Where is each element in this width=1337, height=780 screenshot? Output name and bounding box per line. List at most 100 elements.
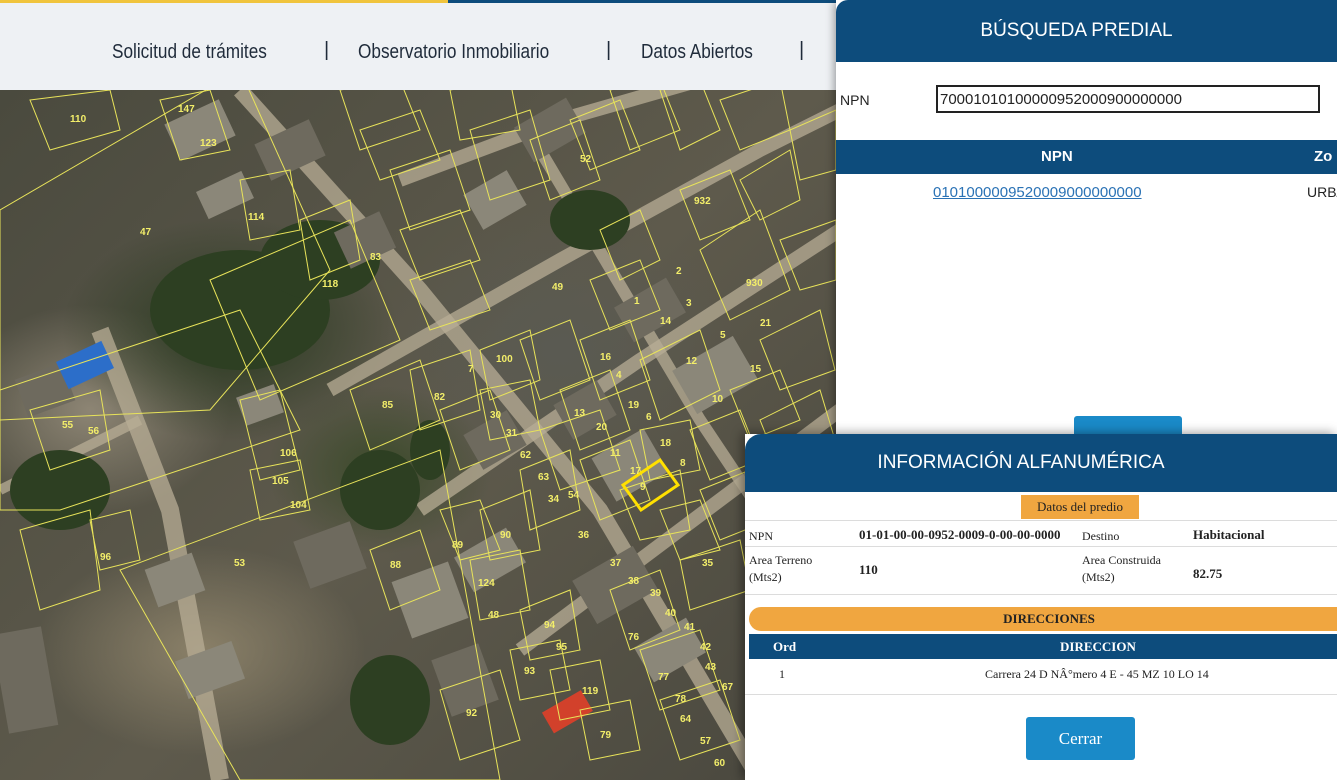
parcel-label: 43 — [705, 662, 717, 673]
parcel-label: 89 — [452, 540, 464, 551]
parcel-label: 82 — [434, 392, 446, 403]
col-direccion: DIRECCION — [1060, 639, 1136, 654]
direcciones-columns: Ord DIRECCION — [749, 634, 1337, 659]
parcel-label: 19 — [628, 400, 640, 411]
nav-datos-abiertos[interactable]: Datos Abiertos — [641, 41, 753, 64]
parcel-label: 34 — [548, 494, 560, 505]
parcel-label: 932 — [694, 196, 711, 207]
parcel-label: 64 — [680, 714, 692, 725]
area-terreno-value: 110 — [859, 562, 878, 577]
parcel-label: 9 — [640, 482, 646, 493]
parcel-label: 67 — [722, 682, 734, 693]
parcel-label: 93 — [524, 666, 536, 677]
parcel-label: 4 — [616, 370, 622, 381]
parcel-label: 30 — [490, 410, 502, 421]
parcel-label: 63 — [538, 472, 550, 483]
nav-separator: | — [799, 39, 805, 61]
parcel-label: 106 — [280, 448, 297, 459]
parcel-label: 38 — [628, 576, 640, 587]
parcel-label: 62 — [520, 450, 532, 461]
parcel-label: 96 — [100, 552, 112, 563]
parcel-label: 930 — [746, 278, 763, 289]
parcel-label: 8 — [680, 458, 686, 469]
parcel-label: 95 — [556, 642, 568, 653]
result-npn-link[interactable]: 0101000009520009000000000 — [933, 184, 1142, 201]
npn-label: NPN — [840, 92, 870, 108]
rooftops — [0, 97, 758, 734]
parcel-label: 48 — [488, 610, 500, 621]
npn-label: NPN — [749, 529, 774, 543]
parcel-label: 5 — [720, 330, 726, 341]
parcel-label: 110 — [70, 114, 87, 125]
area-construida-label: Area Construida (Mts2) — [1082, 553, 1161, 585]
parcel-label: 55 — [62, 420, 74, 431]
parcel-label: 88 — [390, 560, 402, 571]
parcel-label: 54 — [568, 490, 580, 501]
parcel-label: 6 — [646, 412, 652, 423]
parcel-label: 76 — [628, 632, 640, 643]
parcel-label: 36 — [578, 530, 590, 541]
parcel-label: 92 — [466, 708, 478, 719]
row-ord: 1 — [779, 667, 785, 681]
parcel-label: 1 — [634, 296, 640, 307]
parcel-label: 77 — [658, 672, 670, 683]
parcel-label: 94 — [544, 620, 556, 631]
parcel-label: 21 — [760, 318, 772, 329]
parcel-label: 52 — [580, 154, 592, 165]
parcel-label: 41 — [684, 622, 696, 633]
nav-separator: | — [324, 39, 330, 61]
parcel-label: 104 — [290, 500, 307, 511]
col-ord: Ord — [773, 639, 797, 654]
area-construida-value: 82.75 — [1193, 566, 1223, 581]
parcel-label: 124 — [478, 578, 495, 589]
parcel-label: 119 — [582, 686, 599, 697]
divider — [745, 694, 1337, 695]
parcel-label: 31 — [506, 428, 518, 439]
parcel-label: 12 — [686, 356, 698, 367]
results-header-npn: NPN — [1041, 148, 1073, 165]
nav-separator: | — [606, 39, 612, 61]
parcel-label: 118 — [322, 279, 339, 290]
nav-accent-bar — [448, 0, 850, 3]
top-navigation: Solicitud de trámites | Observatorio Inm… — [0, 0, 850, 90]
parcel-label: 60 — [714, 758, 726, 769]
area-terreno-label: Area Terreno (Mts2) — [749, 553, 813, 585]
parcel-label: 3 — [686, 298, 692, 309]
parcel-label: 100 — [496, 354, 513, 365]
parcel-label: 17 — [630, 466, 642, 477]
parcel-label: 7 — [468, 364, 474, 375]
result-zona: URB/ — [1307, 184, 1337, 200]
cerrar-button[interactable]: Cerrar — [1026, 717, 1135, 760]
parcel-label: 37 — [610, 558, 622, 569]
destino-label: Destino — [1082, 529, 1120, 543]
parcel-label: 105 — [272, 476, 289, 487]
parcel-label: 78 — [675, 694, 687, 705]
parcel-label: 56 — [88, 426, 100, 437]
parcel-label: 18 — [660, 438, 672, 449]
results-header-zona: Zo — [1314, 148, 1333, 165]
parcel-label: 90 — [500, 530, 512, 541]
busqueda-title: BÚSQUEDA PREDIAL — [836, 0, 1337, 62]
parcel-label: 53 — [234, 558, 246, 569]
parcel-label: 40 — [665, 608, 677, 619]
nav-observatorio-inmobiliario[interactable]: Observatorio Inmobiliario — [358, 41, 549, 64]
row-direccion: Carrera 24 D NÂ°mero 4 E - 45 MZ 10 LO 1… — [985, 667, 1209, 681]
npn-search-input[interactable] — [936, 85, 1320, 113]
divider — [745, 520, 1337, 521]
nav-solicitud-tramites[interactable]: Solicitud de trámites — [112, 41, 267, 64]
parcel-label: 39 — [650, 588, 662, 599]
parcel-label: 83 — [370, 252, 382, 263]
parcel-label: 147 — [178, 104, 195, 115]
parcel-label: 114 — [248, 212, 265, 223]
info-title: INFORMACIÓN ALFANUMÉRICA — [745, 434, 1337, 492]
parcel-label: 16 — [600, 352, 612, 363]
direcciones-header: DIRECCIONES — [749, 607, 1337, 631]
parcel-label: 35 — [702, 558, 714, 569]
destino-value: Habitacional — [1193, 527, 1265, 542]
parcel-label: 15 — [750, 364, 762, 375]
parcel-label: 2 — [676, 266, 682, 277]
parcel-label: 79 — [600, 730, 612, 741]
parcel-label: 123 — [200, 138, 217, 149]
parcel-label: 49 — [552, 282, 564, 293]
parcel-label: 10 — [712, 394, 724, 405]
